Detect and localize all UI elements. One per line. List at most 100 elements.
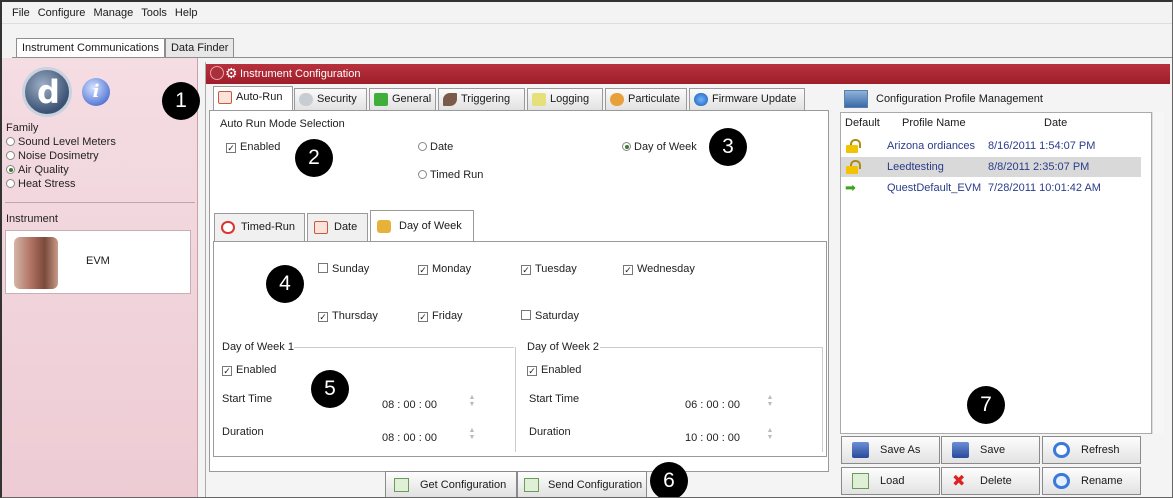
refresh-button[interactable]: Refresh: [1042, 436, 1141, 464]
radio-label: Date: [430, 141, 454, 153]
tab-label: Security: [317, 93, 357, 105]
family-air-quality[interactable]: Air Quality: [6, 164, 69, 176]
family-noise-dosimetry[interactable]: Noise Dosimetry: [6, 150, 99, 162]
checkbox-label: Friday: [432, 310, 463, 322]
spinner-icon[interactable]: ▲ ▼: [766, 394, 774, 410]
tab-particulate[interactable]: Particulate: [605, 88, 687, 110]
tab-auto-run[interactable]: Auto-Run: [213, 86, 293, 110]
radio-selected-icon: [622, 142, 631, 151]
top-tabs: Instrument Communications Data Finder: [16, 38, 235, 59]
callout-5: 5: [311, 370, 349, 408]
config-title-bar: Instrument Configuration: [206, 64, 1170, 84]
tab-triggering[interactable]: Triggering: [438, 88, 525, 110]
dow2-start-time-input[interactable]: 06 : 00 : 00: [685, 399, 740, 411]
button-label: Save As: [880, 444, 921, 456]
profile-row[interactable]: ➡ QuestDefault_EVM 7/28/2011 10:01:42 AM: [841, 178, 1141, 198]
rename-button[interactable]: Rename: [1042, 467, 1141, 495]
save-as-button[interactable]: Save As: [841, 436, 940, 464]
dow1-start-time-input[interactable]: 08 : 00 : 00: [382, 399, 437, 411]
tab-data-finder[interactable]: Data Finder: [164, 38, 235, 58]
save-icon: [952, 442, 969, 458]
app-logo-icon[interactable]: [22, 67, 72, 117]
dow2-enabled-checkbox[interactable]: ✓ Enabled: [527, 364, 581, 376]
auto-run-enabled-checkbox[interactable]: ✓ Enabled: [226, 141, 280, 153]
dow1-duration-input[interactable]: 08 : 00 : 00: [382, 432, 437, 444]
day-of-week-panel: [213, 241, 827, 457]
calendar-icon: [314, 221, 328, 234]
save-button[interactable]: Save: [941, 436, 1040, 464]
profile-row[interactable]: Leedtesting 8/8/2011 2:35:07 PM: [841, 157, 1141, 177]
day-monday-checkbox[interactable]: ✓ Monday: [418, 263, 471, 275]
logging-icon: [532, 93, 546, 106]
tab-instrument-communications[interactable]: Instrument Communications: [16, 38, 165, 59]
day-friday-checkbox[interactable]: ✓ Friday: [418, 310, 463, 322]
instrument-card[interactable]: EVM: [5, 230, 191, 294]
tab-label: Timed-Run: [241, 221, 295, 233]
sidebar-divider: [5, 202, 195, 203]
radio-icon: [418, 142, 427, 151]
tab-date[interactable]: Date: [307, 213, 368, 241]
dow2-title: Day of Week 2: [527, 341, 599, 353]
callout-3: 3: [709, 128, 747, 166]
day-tuesday-checkbox[interactable]: ✓ Tuesday: [521, 263, 577, 275]
radio-icon: [418, 170, 427, 179]
day-thursday-checkbox[interactable]: ✓ Thursday: [318, 310, 378, 322]
radio-label: Day of Week: [634, 141, 697, 153]
dow1-enabled-checkbox[interactable]: ✓ Enabled: [222, 364, 276, 376]
radio-label: Timed Run: [430, 169, 484, 181]
spinner-icon[interactable]: ▲ ▼: [766, 427, 774, 443]
lock-icon: [846, 139, 861, 153]
menu-tools[interactable]: Tools: [141, 7, 167, 19]
day-wednesday-checkbox[interactable]: ✓ Wednesday: [623, 263, 695, 275]
tab-general[interactable]: General: [369, 88, 436, 110]
profile-row[interactable]: Arizona ordiances 8/16/2011 1:54:07 PM: [841, 136, 1141, 156]
checkbox-label: Enabled: [236, 364, 277, 376]
tab-logging[interactable]: Logging: [527, 88, 603, 110]
menu-help[interactable]: Help: [175, 7, 198, 19]
send-configuration-button[interactable]: Send Configuration: [517, 471, 647, 497]
tab-security[interactable]: Security: [294, 88, 367, 110]
tab-firmware-update[interactable]: Firmware Update: [689, 88, 805, 110]
button-label: Send Configuration: [548, 479, 643, 491]
checkbox-label: Monday: [432, 263, 472, 275]
profile-list-scrollbar[interactable]: [1152, 112, 1164, 434]
radio-icon: [6, 151, 15, 160]
mode-day-of-week-radio[interactable]: Day of Week: [622, 141, 697, 153]
mode-date-radio[interactable]: Date: [418, 141, 453, 153]
menu-manage[interactable]: Manage: [93, 7, 133, 19]
family-label: Family: [6, 122, 39, 134]
auto-run-section-title: Auto Run Mode Selection: [220, 118, 345, 130]
arrow-right-icon: ➡: [845, 180, 856, 195]
button-label: Load: [880, 475, 905, 487]
button-label: Refresh: [1081, 444, 1120, 456]
radio-icon: [6, 137, 15, 146]
collapse-button[interactable]: [210, 66, 224, 80]
tab-day-of-week[interactable]: Day of Week: [370, 210, 474, 242]
callout-7: 7: [967, 386, 1005, 424]
family-sound-level-meters[interactable]: Sound Level Meters: [6, 136, 116, 148]
info-icon[interactable]: i: [82, 78, 110, 106]
mode-timed-run-radio[interactable]: Timed Run: [418, 169, 483, 181]
tab-timed-run[interactable]: Timed-Run: [214, 213, 305, 241]
family-heat-stress[interactable]: Heat Stress: [6, 178, 75, 190]
profile-date: 8/16/2011 1:54:07 PM: [988, 140, 1096, 152]
checkbox-label: Enabled: [541, 364, 582, 376]
group-divider: [822, 347, 823, 452]
get-configuration-button[interactable]: Get Configuration: [385, 471, 517, 497]
checkbox-checked-icon: ✓: [318, 312, 328, 322]
menu-configure[interactable]: Configure: [38, 7, 86, 19]
delete-button[interactable]: ✖ Delete: [941, 467, 1040, 495]
day-sunday-checkbox[interactable]: Sunday: [318, 263, 369, 275]
dow2-start-label: Start Time: [529, 393, 580, 405]
day-saturday-checkbox[interactable]: Saturday: [521, 310, 579, 322]
menu-file[interactable]: File: [12, 7, 30, 19]
dow2-duration-input[interactable]: 10 : 00 : 00: [685, 432, 740, 444]
refresh-icon: [1053, 442, 1070, 458]
callout-4: 4: [266, 265, 304, 303]
spinner-icon[interactable]: ▲ ▼: [468, 427, 476, 443]
load-button[interactable]: Load: [841, 467, 940, 495]
callout-6: 6: [650, 462, 688, 497]
group-divider: [515, 347, 516, 452]
gear-icon: ⚙: [225, 65, 238, 81]
spinner-icon[interactable]: ▲ ▼: [468, 394, 476, 410]
